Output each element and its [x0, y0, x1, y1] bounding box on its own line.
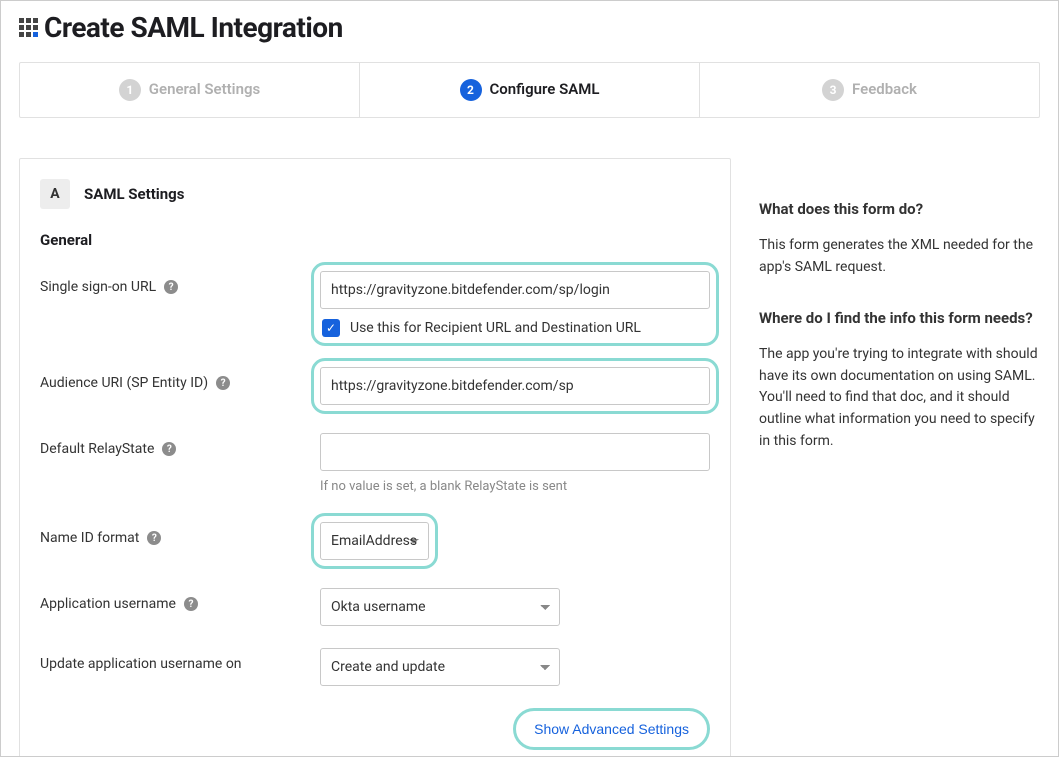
help-icon[interactable]: ? [147, 531, 161, 545]
label-audience-uri: Audience URI (SP Entity ID) [40, 375, 208, 391]
help-icon[interactable]: ? [216, 376, 230, 390]
label-relaystate: Default RelayState [40, 441, 154, 457]
saml-settings-panel: A SAML Settings General Single sign-on U… [19, 158, 731, 757]
step-configure-saml[interactable]: 2 Configure SAML [360, 63, 700, 117]
page-title: Create SAML Integration [44, 11, 343, 44]
help-q2: Where do I find the info this form needs… [759, 307, 1040, 330]
wizard-stepper: 1 General Settings 2 Configure SAML 3 Feedb… [19, 62, 1040, 118]
section-general-title: General [40, 231, 710, 249]
label-name-id-format: Name ID format [40, 530, 139, 546]
show-advanced-settings-button[interactable]: Show Advanced Settings [513, 708, 710, 750]
page-header: Create SAML Integration [19, 11, 1040, 44]
step-number: 1 [119, 79, 141, 101]
checkbox-checked-icon[interactable]: ✓ [322, 319, 340, 337]
highlight-name-id-format: EmailAddress [311, 513, 438, 569]
help-a2: The app you're trying to integrate with … [759, 344, 1040, 452]
row-relaystate: Default RelayState ? If no value is set,… [40, 433, 710, 494]
apps-grid-icon [19, 18, 38, 37]
app-frame: Create SAML Integration 1 General Setting… [0, 0, 1059, 757]
audience-uri-input[interactable] [320, 367, 710, 405]
row-app-username: Application username ? Okta username [40, 588, 710, 626]
highlight-sso-url: ✓ Use this for Recipient URL and Destina… [311, 262, 719, 346]
row-update-username-on: Update application username on Create an… [40, 648, 710, 686]
step-number: 2 [460, 79, 482, 101]
help-icon[interactable]: ? [164, 280, 178, 294]
app-username-select[interactable]: Okta username [320, 588, 560, 626]
help-icon[interactable]: ? [162, 442, 176, 456]
step-feedback[interactable]: 3 Feedback [700, 63, 1039, 117]
update-username-on-select[interactable]: Create and update [320, 648, 560, 686]
row-name-id-format: Name ID format ? EmailAddress [40, 522, 710, 560]
name-id-format-select[interactable]: EmailAddress [320, 522, 429, 560]
panel-header: A SAML Settings [40, 179, 710, 209]
step-label: Configure SAML [490, 80, 600, 98]
sso-url-input[interactable] [320, 271, 710, 309]
label-update-username-on: Update application username on [40, 656, 242, 672]
step-label: Feedback [852, 80, 917, 98]
relaystate-input[interactable] [320, 433, 710, 471]
help-sidebar: What does this form do? This form genera… [759, 158, 1040, 757]
row-sso-url: Single sign-on URL ? ✓ Use this for Reci… [40, 271, 710, 337]
panel-badge: A [40, 179, 70, 209]
sso-url-checkbox-row[interactable]: ✓ Use this for Recipient URL and Destina… [320, 319, 710, 337]
row-audience-uri: Audience URI (SP Entity ID) ? [40, 367, 710, 405]
help-icon[interactable]: ? [184, 597, 198, 611]
label-app-username: Application username [40, 596, 176, 612]
step-general-settings[interactable]: 1 General Settings [20, 63, 360, 117]
checkbox-label: Use this for Recipient URL and Destinati… [350, 320, 641, 336]
relaystate-hint: If no value is set, a blank RelayState i… [320, 479, 710, 494]
highlight-audience-uri [311, 358, 719, 414]
label-sso-url: Single sign-on URL [40, 279, 156, 295]
advanced-settings-row: Show Advanced Settings [40, 708, 710, 750]
step-label: General Settings [149, 80, 260, 98]
main-columns: A SAML Settings General Single sign-on U… [19, 158, 1040, 757]
panel-title: SAML Settings [84, 185, 184, 203]
help-a1: This form generates the XML needed for t… [759, 235, 1040, 278]
step-number: 3 [822, 79, 844, 101]
help-q1: What does this form do? [759, 198, 1040, 221]
